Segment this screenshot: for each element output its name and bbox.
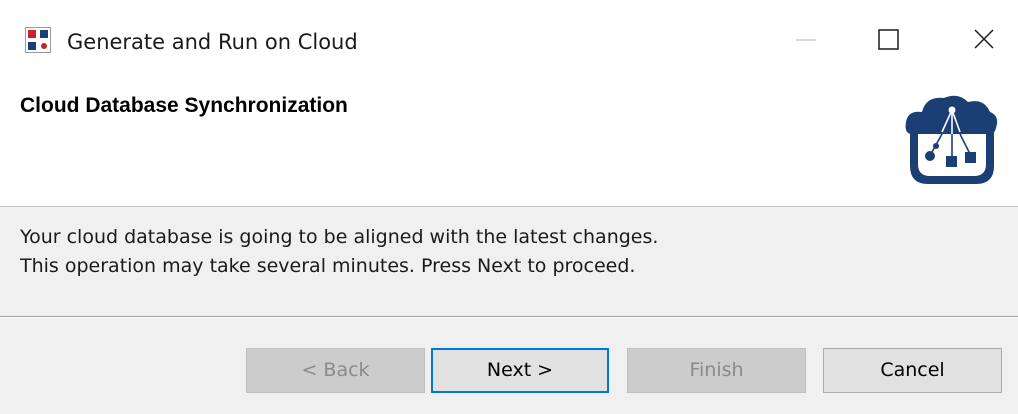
app-logo-icon [25, 27, 51, 53]
next-button[interactable]: Next > [431, 348, 609, 393]
page-title: Cloud Database Synchronization [20, 94, 348, 117]
finish-button[interactable]: Finish [627, 348, 806, 393]
cancel-button[interactable]: Cancel [823, 348, 1002, 393]
close-icon[interactable] [961, 20, 1007, 60]
dialog-window: Generate and Run on Cloud Cloud Database… [0, 0, 1018, 414]
title-bar[interactable]: Generate and Run on Cloud [0, 0, 1018, 80]
back-button[interactable]: < Back [246, 348, 425, 393]
message-panel: Your cloud database is going to be align… [0, 207, 1018, 316]
button-bar: < Back Next > Finish Cancel [0, 318, 1018, 414]
minimize-icon[interactable] [783, 20, 829, 60]
message-line-1: Your cloud database is going to be align… [20, 226, 659, 248]
message-line-2: This operation may take several minutes.… [20, 255, 636, 277]
maximize-icon[interactable] [866, 20, 912, 60]
wizard-header: Cloud Database Synchronization [0, 80, 1018, 206]
cloud-database-icon [905, 95, 998, 184]
window-title: Generate and Run on Cloud [67, 30, 358, 54]
